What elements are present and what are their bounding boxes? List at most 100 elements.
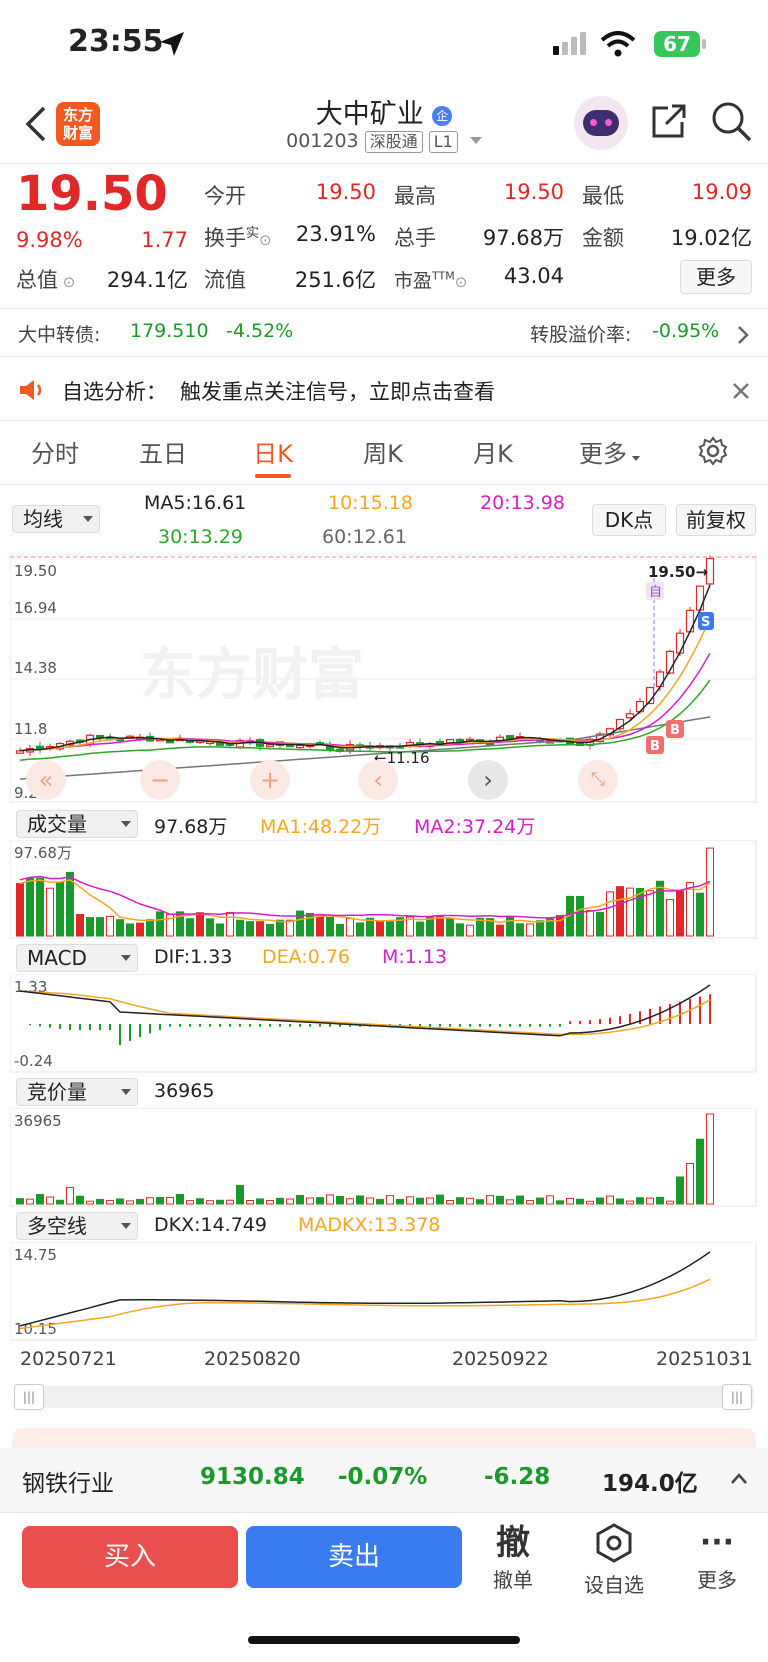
madkx-value: MADKX:13.378: [298, 1214, 441, 1236]
last-price: 19.50: [16, 166, 168, 222]
auction-bar: [546, 1195, 554, 1205]
divider: [0, 1512, 768, 1513]
dk-point-button[interactable]: DK点: [592, 504, 666, 536]
auction-bar: [186, 1200, 194, 1205]
dkx-select-label: 多空线: [27, 1214, 87, 1238]
volume-bar: [416, 921, 424, 937]
industry-price: 9130.84: [200, 1464, 305, 1490]
battery-tip: [702, 39, 706, 49]
dkx-chart: 14.75 10.15: [10, 1242, 757, 1341]
auction-bar: [506, 1199, 514, 1205]
volume-bar: [536, 920, 544, 937]
date-label-1: 20250721: [20, 1348, 117, 1370]
range-handle-left[interactable]: |||: [14, 1384, 44, 1410]
tab-month-k[interactable]: 月K: [458, 434, 528, 469]
share-icon[interactable]: [648, 102, 690, 142]
auction-bar: [126, 1200, 134, 1205]
volume-bar: [246, 921, 254, 937]
range-slider[interactable]: [14, 1386, 754, 1408]
auction-bar: [36, 1193, 44, 1205]
auction-bar: [206, 1200, 214, 1205]
auction-bar: [76, 1195, 84, 1205]
volume-bar: [336, 923, 344, 937]
buy-button[interactable]: 买入: [22, 1526, 238, 1588]
volume-bar: [666, 899, 674, 937]
auction-bar: [106, 1199, 114, 1205]
chevron-up-icon[interactable]: [730, 1472, 748, 1486]
tab-day-k[interactable]: 日K: [238, 434, 308, 469]
volume-ma1: MA1:48.22万: [260, 816, 382, 838]
auction-bar: [346, 1198, 354, 1205]
stock-name: 大中矿业: [315, 99, 424, 130]
industry-name: 钢铁行业: [22, 1471, 114, 1497]
auction-select-label: 竞价量: [27, 1080, 87, 1104]
range-handle-right[interactable]: |||: [722, 1384, 752, 1410]
dkx-value: DKX:14.749: [154, 1214, 267, 1236]
sell-button[interactable]: 卖出: [246, 1526, 462, 1588]
float-value: 251.6亿: [294, 268, 376, 292]
zoom-in-button[interactable]: +: [250, 760, 290, 800]
tab-week-k[interactable]: 周K: [348, 434, 418, 469]
volume-bar: [226, 911, 234, 937]
auction-bar: [606, 1195, 614, 1205]
close-icon[interactable]: [732, 382, 750, 400]
auction-volume: 36965: [154, 1080, 215, 1102]
zoom-out-button[interactable]: −: [140, 760, 180, 800]
indicator-select-volume[interactable]: 成交量: [16, 810, 138, 838]
scroll-left-fast-button[interactable]: «: [26, 760, 66, 800]
auction-bar: [706, 1113, 714, 1205]
ma5-line: [19, 584, 711, 752]
period-tabs: 分时 五日 日K 周K 月K 更多: [0, 434, 768, 480]
news-banner-partial[interactable]: [12, 1428, 756, 1448]
auction-bar: [356, 1195, 364, 1205]
auction-bar: [116, 1198, 124, 1205]
fullscreen-button[interactable]: ⤡: [578, 760, 618, 800]
dif-line: [19, 984, 711, 1037]
volume-bar: [706, 847, 714, 937]
dkx-ymax: 14.75: [14, 1246, 57, 1264]
volume-bar: [606, 891, 614, 937]
auction-bar: [306, 1197, 314, 1205]
pe-sup: TTM: [432, 269, 455, 283]
candle: [505, 735, 515, 740]
location-arrow-icon: [160, 32, 184, 56]
scroll-right-button[interactable]: ›: [468, 760, 508, 800]
auction-bar: [226, 1199, 234, 1205]
robot-assistant-icon[interactable]: [574, 96, 628, 150]
industry-bar[interactable]: 钢铁行业 9130.84 -0.07% -6.28 194.0亿: [0, 1448, 768, 1512]
add-watchlist-button[interactable]: 设自选: [574, 1522, 654, 1598]
tab-more[interactable]: 更多: [568, 434, 638, 469]
indicator-select-auction[interactable]: 竞价量: [16, 1078, 138, 1106]
open-label: 今开: [204, 184, 246, 208]
more-button[interactable]: 更多: [680, 260, 752, 294]
volume-bar: [216, 923, 224, 937]
auction-bar: [46, 1196, 54, 1205]
cancel-order-button[interactable]: 撤 撤单: [478, 1522, 548, 1593]
indicator-select-macd[interactable]: MACD: [16, 944, 138, 972]
auction-bar: [516, 1195, 524, 1205]
auction-bar: [616, 1198, 624, 1205]
auction-bar: [136, 1198, 144, 1205]
auction-bar: [266, 1200, 274, 1205]
y-label-4: 11.8: [14, 720, 47, 738]
search-icon[interactable]: [710, 100, 752, 142]
bond-pct: -4.52%: [226, 320, 294, 342]
notice-bar[interactable]: 自选分析： 触发重点关注信号，立即点击查看: [0, 366, 768, 414]
sell-signal-text: S: [701, 615, 710, 630]
scroll-left-button[interactable]: ‹: [358, 760, 398, 800]
tab-five-day[interactable]: 五日: [128, 434, 198, 469]
watchlist-hexagon-icon: [596, 1523, 632, 1563]
candle: [265, 744, 275, 748]
mcap-label: 总值 ⊙: [16, 268, 76, 292]
settings-gear-icon[interactable]: [698, 436, 728, 466]
candle: [165, 740, 175, 744]
more-actions-button[interactable]: ··· 更多: [682, 1522, 752, 1593]
indicator-select-dkx[interactable]: 多空线: [16, 1212, 138, 1240]
tab-fenshi[interactable]: 分时: [20, 434, 90, 469]
convertible-bond-row[interactable]: 大中转债: 179.510 -4.52% 转股溢价率: -0.95%: [0, 316, 768, 352]
indicator-select-ma[interactable]: 均线: [12, 505, 100, 533]
header: 东方 财富 大中矿业 企 001203 深股通 L1: [0, 90, 768, 162]
volume-bar: [676, 890, 684, 937]
ma60-label: 60:12.61: [322, 526, 407, 548]
adjust-button[interactable]: 前复权: [676, 504, 756, 536]
